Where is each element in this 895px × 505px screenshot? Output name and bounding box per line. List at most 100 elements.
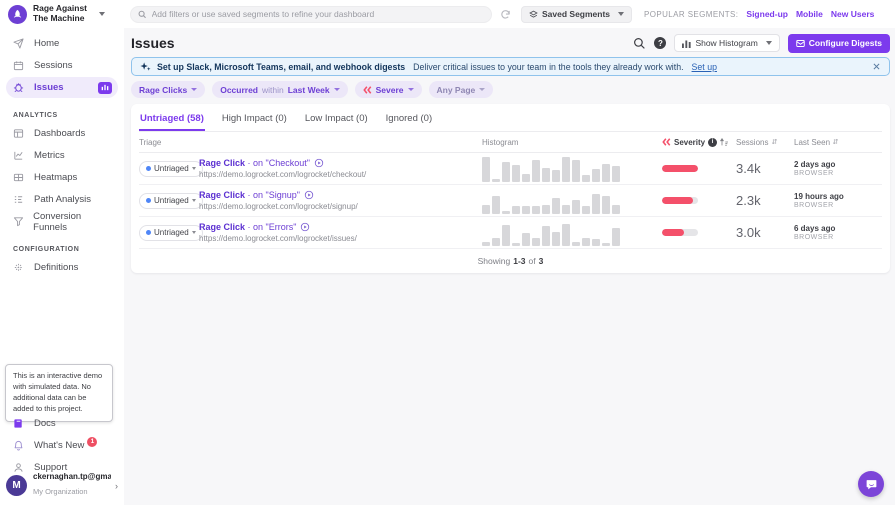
sidebar-item-label: Metrics xyxy=(34,150,65,161)
banner-set-up-link[interactable]: Set up xyxy=(692,62,717,72)
issue-row[interactable]: Untriaged Rage Click · on "Signup" https… xyxy=(139,185,882,217)
play-icon[interactable] xyxy=(314,158,324,168)
issue-row[interactable]: Untriaged Rage Click · on "Errors" https… xyxy=(139,217,882,249)
severity-bar xyxy=(662,197,698,204)
triage-dropdown[interactable]: Untriaged xyxy=(139,193,203,209)
sidebar-item-label: Dashboards xyxy=(34,128,85,139)
workspace-switcher[interactable]: Rage Against The Machine xyxy=(0,4,124,24)
sidebar-item-label: Docs xyxy=(34,418,56,429)
table-header: Triage Histogram Severity i Sessions Las… xyxy=(139,132,882,153)
sidebar-item-metrics[interactable]: Metrics xyxy=(6,145,118,166)
column-last-seen[interactable]: Last Seen xyxy=(794,138,882,147)
tab-high-impact[interactable]: High Impact (0) xyxy=(221,109,288,131)
close-icon[interactable] xyxy=(872,62,881,71)
filter-chip-occurred[interactable]: Occurred within Last Week xyxy=(212,81,347,98)
segment-link-new-users[interactable]: New Users xyxy=(831,9,874,19)
sidebar-item-sessions[interactable]: Sessions xyxy=(6,55,118,76)
segment-link-signed-up[interactable]: Signed-up xyxy=(746,9,788,19)
tab-ignored[interactable]: Ignored (0) xyxy=(385,109,433,131)
issue-link[interactable]: Rage Click · on "Errors" xyxy=(199,222,296,232)
sidebar-item-dashboards[interactable]: Dashboards xyxy=(6,123,118,144)
sidebar-item-issues[interactable]: Issues xyxy=(6,77,118,98)
filter-chip-rage-clicks[interactable]: Rage Clicks xyxy=(131,81,205,98)
sidebar-item-label: What's New xyxy=(34,440,84,451)
help-icon[interactable]: ? xyxy=(654,37,666,49)
issue-link[interactable]: Rage Click · on "Checkout" xyxy=(199,158,310,168)
severity-bar xyxy=(662,229,698,236)
sidebar-item-definitions[interactable]: Definitions xyxy=(6,257,118,278)
sidebar-item-whats-new[interactable]: What's New 1 xyxy=(6,435,118,456)
mail-icon xyxy=(796,39,805,48)
tab-low-impact[interactable]: Low Impact (0) xyxy=(304,109,369,131)
book-icon xyxy=(12,418,25,429)
sidebar-item-path-analysis[interactable]: Path Analysis xyxy=(6,189,118,210)
sidebar-item-label: Conversion Funnels xyxy=(33,211,112,233)
search-input[interactable] xyxy=(152,9,484,19)
filter-bar: Rage Clicks Occurred within Last Week Se… xyxy=(131,81,890,98)
sidebar-item-label: Definitions xyxy=(34,262,78,273)
severity-bar xyxy=(662,165,698,172)
sort-icon[interactable] xyxy=(720,138,728,146)
chevron-down-icon xyxy=(408,88,414,91)
funnel-icon xyxy=(12,216,24,227)
dashboard-icon xyxy=(12,128,25,139)
sidebar-section-configuration: CONFIGURATION xyxy=(13,246,124,253)
sidebar-item-label: Home xyxy=(34,38,59,49)
show-histogram-dropdown[interactable]: Show Histogram xyxy=(674,34,779,52)
play-icon[interactable] xyxy=(304,190,314,200)
sort-icon xyxy=(771,138,778,145)
account-org: My Organization xyxy=(33,487,88,496)
workspace-name: Rage Against The Machine xyxy=(33,4,95,24)
configure-digests-label: Configure Digests xyxy=(809,38,882,48)
column-triage: Triage xyxy=(139,138,199,147)
sidebar-item-conversion-funnels[interactable]: Conversion Funnels xyxy=(6,211,118,232)
refresh-icon[interactable] xyxy=(500,9,511,20)
last-seen-platform: BROWSER xyxy=(794,170,882,177)
account-email: ckernaghan.tp@gmail.c... xyxy=(33,472,111,481)
paper-plane-icon xyxy=(12,38,25,49)
column-severity[interactable]: Severity i xyxy=(662,138,736,147)
popular-segments: POPULAR SEGMENTS: Signed-up Mobile New U… xyxy=(644,9,874,19)
status-dot-icon xyxy=(146,198,151,203)
filter-chip-severity[interactable]: Severe xyxy=(355,81,422,98)
issue-tabs: Untriaged (58) High Impact (0) Low Impac… xyxy=(139,104,882,132)
triage-dropdown[interactable]: Untriaged xyxy=(139,225,203,241)
histogram-icon xyxy=(682,39,691,48)
sidebar-item-label: Issues xyxy=(34,82,64,93)
search-icon[interactable] xyxy=(633,37,646,50)
configure-digests-button[interactable]: Configure Digests xyxy=(788,34,890,53)
sessions-count: 3.0k xyxy=(736,225,761,240)
saved-segments-button[interactable]: Saved Segments xyxy=(521,6,632,23)
segment-link-mobile[interactable]: Mobile xyxy=(796,9,823,19)
chat-widget-button[interactable] xyxy=(858,471,884,497)
last-seen-time: 2 days ago xyxy=(794,160,882,169)
issues-card: Untriaged (58) High Impact (0) Low Impac… xyxy=(131,104,890,273)
column-sessions[interactable]: Sessions xyxy=(736,138,794,147)
sidebar-item-home[interactable]: Home xyxy=(6,33,118,54)
chevron-down-icon xyxy=(192,199,196,202)
heatmap-icon xyxy=(12,172,25,183)
status-dot-icon xyxy=(146,166,151,171)
issues-ai-badge-icon xyxy=(98,82,112,94)
tab-untriaged[interactable]: Untriaged (58) xyxy=(139,109,205,131)
info-icon[interactable]: i xyxy=(708,138,717,147)
sidebar-item-heatmaps[interactable]: Heatmaps xyxy=(6,167,118,188)
account-menu[interactable]: M ckernaghan.tp@gmail.c... My Organizati… xyxy=(0,468,124,503)
last-seen-time: 6 days ago xyxy=(794,224,882,233)
global-search[interactable] xyxy=(130,6,492,23)
play-icon[interactable] xyxy=(300,222,310,232)
chart-lines-icon xyxy=(12,150,25,161)
issue-link[interactable]: Rage Click · on "Signup" xyxy=(199,190,300,200)
issue-row[interactable]: Untriaged Rage Click · on "Checkout" htt… xyxy=(139,153,882,185)
triage-dropdown[interactable]: Untriaged xyxy=(139,161,203,177)
sort-icon xyxy=(832,138,839,145)
filter-chip-any-page[interactable]: Any Page xyxy=(429,81,494,98)
sidebar-item-label: Sessions xyxy=(34,60,73,71)
rocket-logo-icon xyxy=(8,5,27,24)
status-dot-icon xyxy=(146,230,151,235)
histogram-sparkline xyxy=(482,188,662,214)
layers-icon xyxy=(529,10,538,19)
digest-setup-banner: Set up Slack, Microsoft Teams, email, an… xyxy=(131,57,890,76)
popular-segments-label: POPULAR SEGMENTS: xyxy=(644,10,738,19)
sidebar-item-docs[interactable]: Docs xyxy=(6,413,118,434)
